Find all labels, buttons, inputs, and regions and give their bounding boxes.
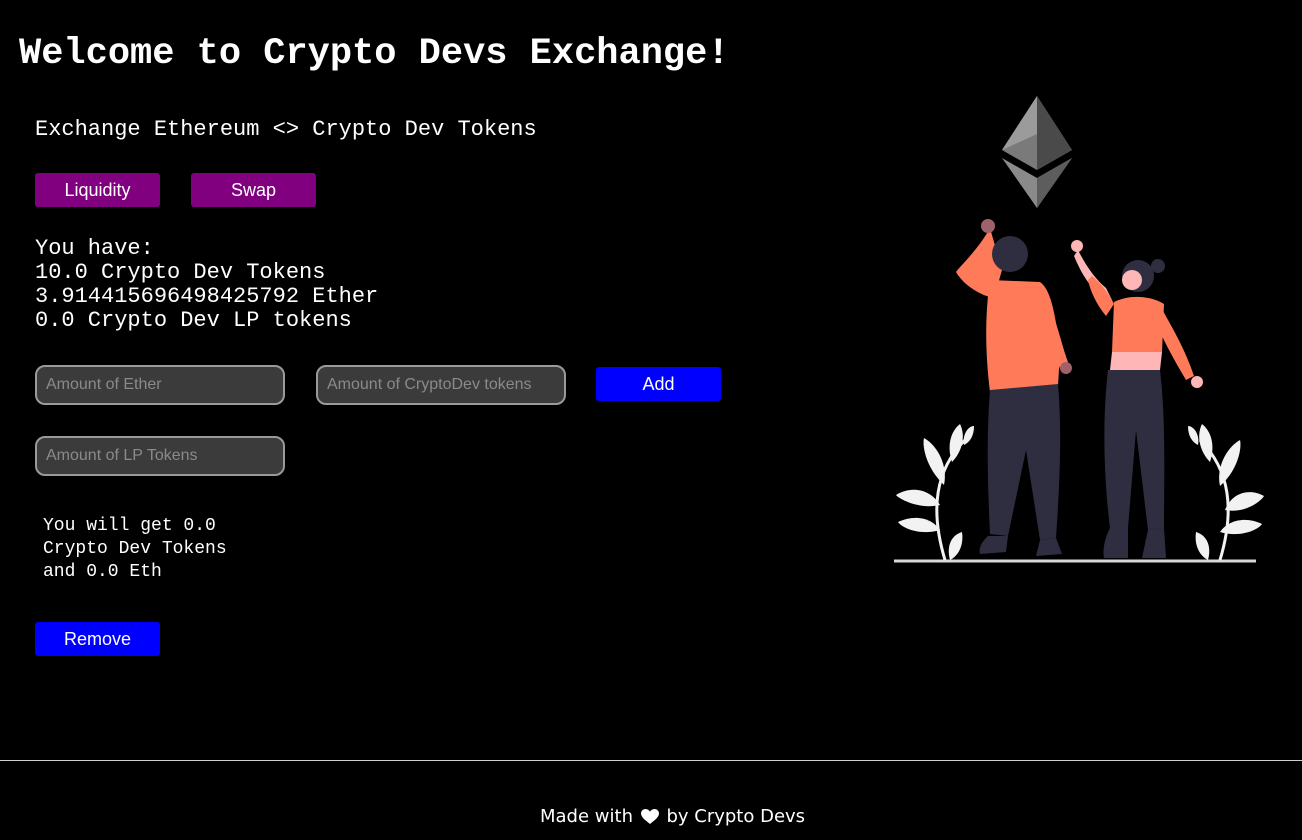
footer: Made with by Crypto Devs — [0, 760, 1302, 840]
swap-tab-button[interactable]: Swap — [191, 173, 316, 207]
crypto-illustration — [894, 96, 1264, 563]
footer-suffix: by Crypto Devs — [666, 806, 806, 827]
ether-balance: 3.914415696498425792 Ether — [35, 284, 379, 309]
footer-prefix: Made with — [540, 806, 633, 827]
add-liquidity-button[interactable]: Add — [596, 367, 721, 401]
ether-amount-input[interactable] — [35, 365, 285, 405]
lp-token-balance: 0.0 Crypto Dev LP tokens — [35, 308, 352, 333]
woman-figure — [1071, 240, 1203, 558]
removal-estimate-line: You will get 0.0 — [43, 516, 216, 536]
footer-credit: Made with by Crypto Devs — [540, 805, 805, 829]
removal-estimate-line: and 0.0 Eth — [43, 562, 162, 582]
cryptodev-token-amount-input[interactable] — [316, 365, 566, 405]
heart-icon — [640, 809, 659, 824]
man-figure — [956, 219, 1072, 556]
crypto-dev-token-balance: 10.0 Crypto Dev Tokens — [35, 260, 326, 285]
remove-liquidity-button[interactable]: Remove — [35, 622, 160, 656]
liquidity-tab-button[interactable]: Liquidity — [35, 173, 160, 207]
ethereum-logo-icon — [1002, 96, 1072, 208]
removal-estimate-line: Crypto Dev Tokens — [43, 539, 227, 559]
lp-token-amount-input[interactable] — [35, 436, 285, 476]
right-plant-icon — [1188, 424, 1264, 561]
balance-summary: You have: 10.0 Crypto Dev Tokens 3.91441… — [35, 237, 378, 333]
removal-estimate: You will get 0.0 Crypto Dev Tokens and 0… — [43, 515, 227, 584]
page-subtitle: Exchange Ethereum <> Crypto Dev Tokens — [35, 117, 537, 142]
left-plant-icon — [896, 424, 974, 561]
balance-heading: You have: — [35, 236, 154, 261]
page-title: Welcome to Crypto Devs Exchange! — [19, 33, 730, 75]
exchange-page: Welcome to Crypto Devs Exchange! Exchang… — [0, 0, 1302, 840]
